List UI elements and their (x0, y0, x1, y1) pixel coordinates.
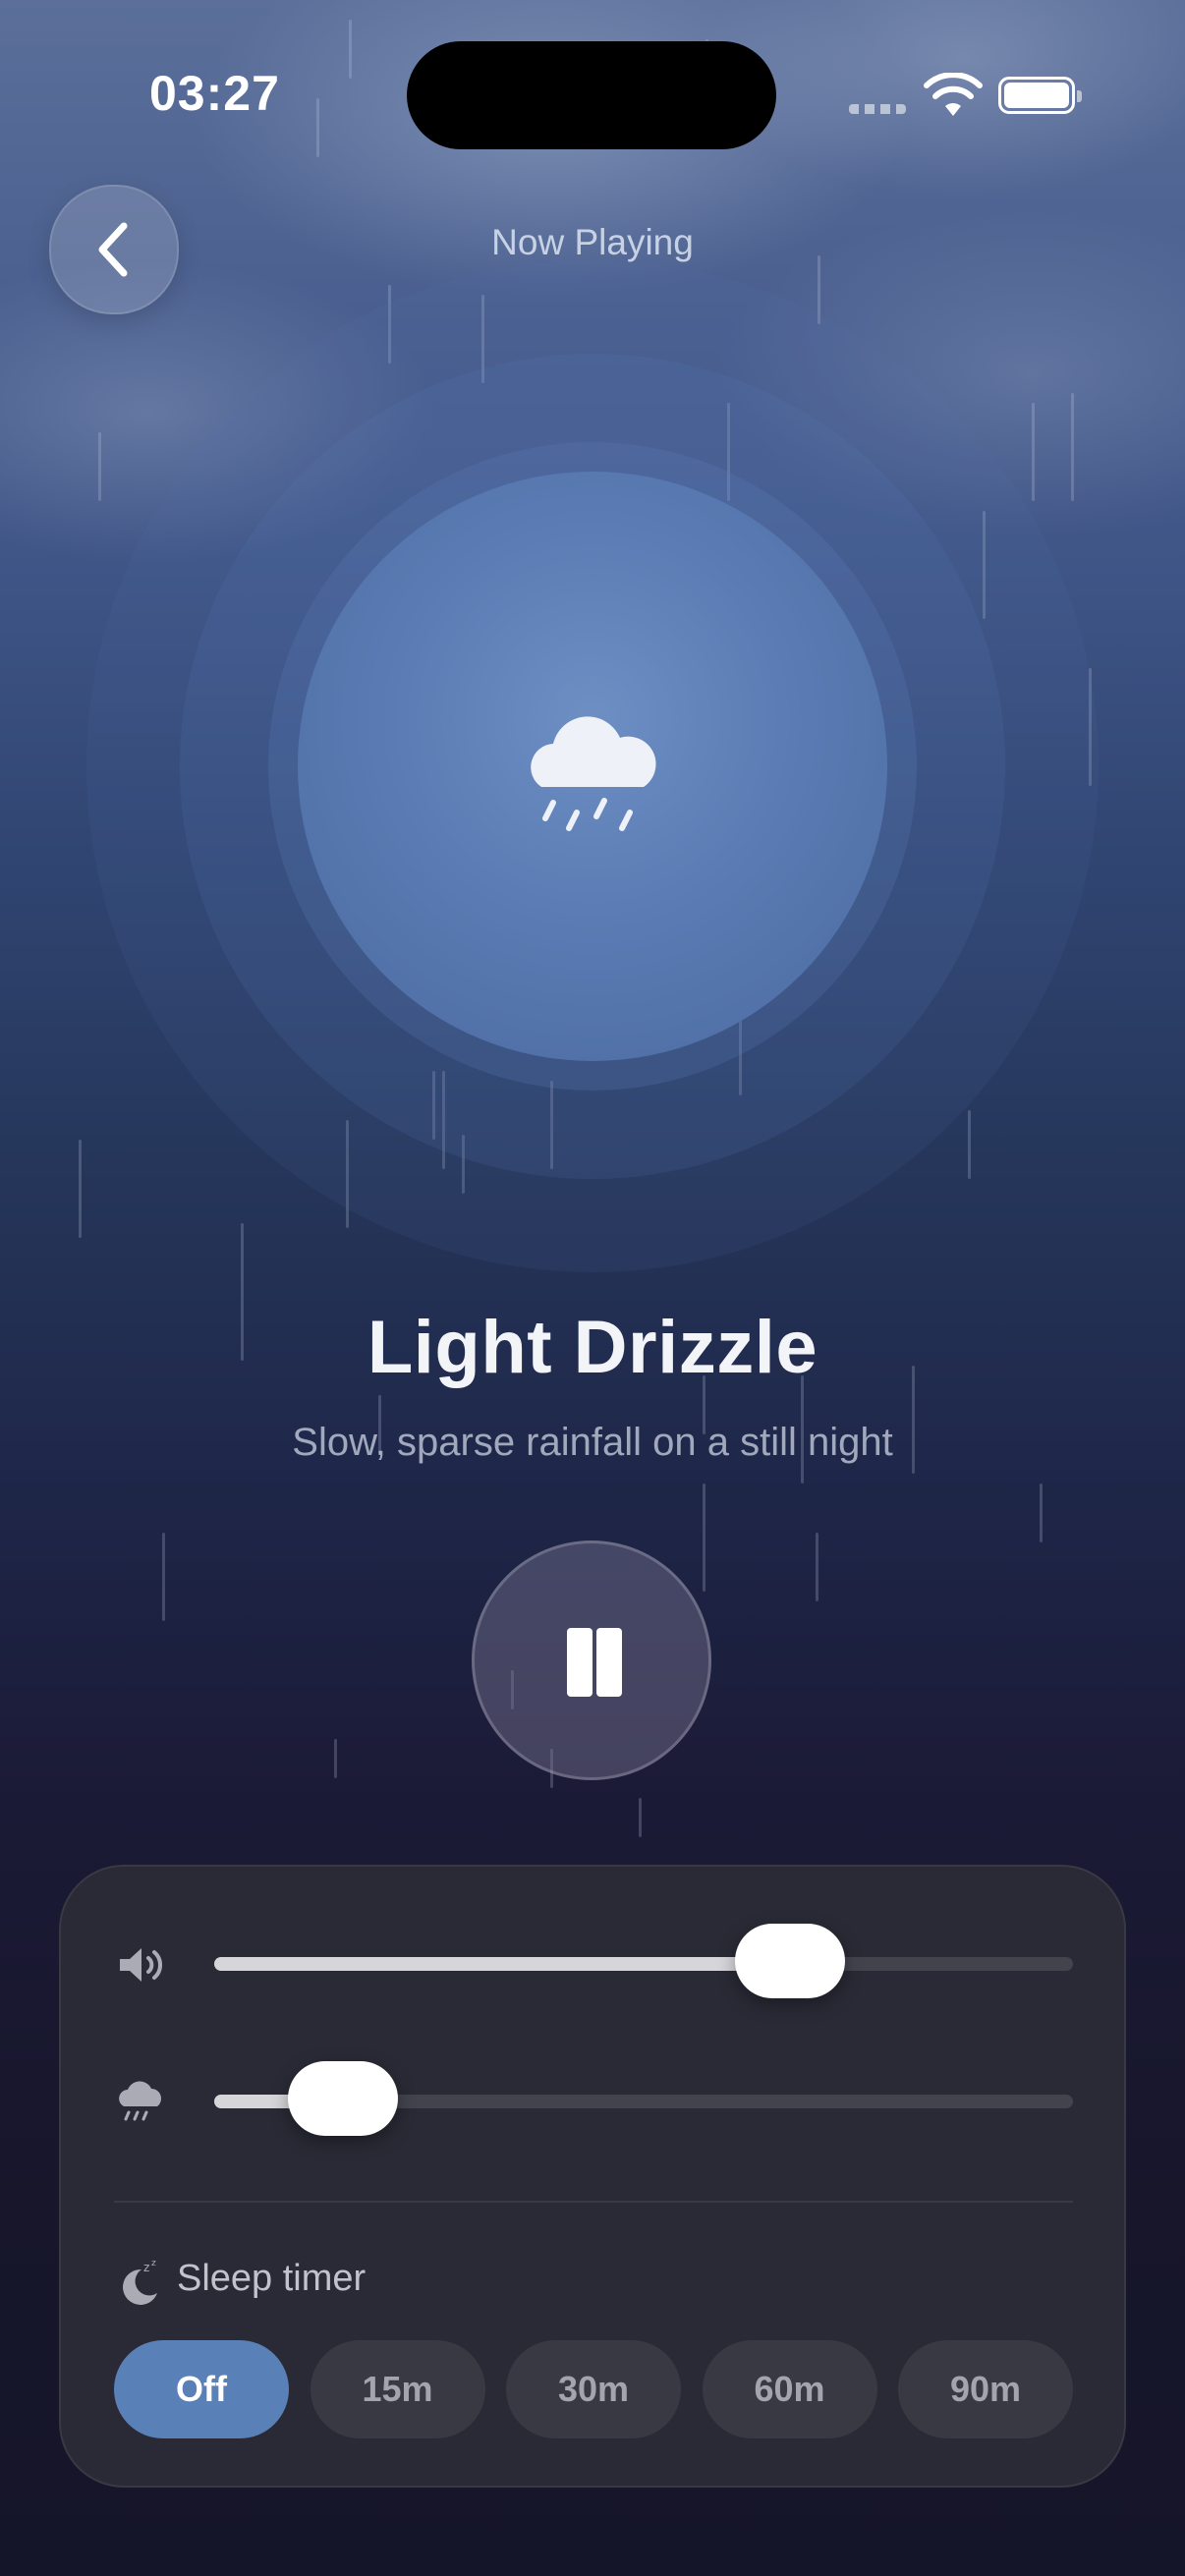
rain-streak (639, 1798, 642, 1837)
rain-streak (1040, 1484, 1043, 1542)
pause-icon-right (596, 1628, 622, 1697)
rain-streak (1071, 393, 1074, 501)
sleep-timer-option-30m[interactable]: 30m (506, 2340, 681, 2438)
battery-icon (998, 77, 1082, 114)
divider (114, 2201, 1073, 2203)
svg-text:z: z (151, 2259, 156, 2268)
svg-text:z: z (143, 2261, 149, 2274)
rain-streak (79, 1140, 82, 1238)
track-title: Light Drizzle (367, 1306, 818, 1389)
rain-intensity-slider[interactable] (214, 2061, 1073, 2136)
controls-panel: z z Sleep timer Off 15m 30m 60m 90m (59, 1865, 1126, 2488)
status-time: 03:27 (149, 66, 280, 121)
status-bar: 03:27 (0, 0, 1185, 167)
sleep-timer-options: Off 15m 30m 60m 90m (114, 2340, 1073, 2438)
rain-streak (1032, 403, 1035, 501)
pause-button[interactable] (472, 1540, 711, 1780)
moon-zzz-icon: z z (123, 2259, 157, 2305)
pause-icon-left (567, 1628, 592, 1697)
sleep-timer-option-90m[interactable]: 90m (898, 2340, 1073, 2438)
cellular-signal-icon (849, 104, 906, 114)
rain-streak (703, 1484, 705, 1592)
speaker-icon (120, 1948, 162, 1982)
rain-intensity-slider-thumb[interactable] (288, 2061, 399, 2136)
sleep-timer-option-60m[interactable]: 60m (702, 2340, 877, 2438)
rain-streak (162, 1533, 165, 1621)
cloud-rain-icon (531, 716, 656, 831)
volume-slider-fill (214, 1957, 790, 1971)
dynamic-island (407, 41, 776, 149)
rain-streak (334, 1739, 337, 1778)
wifi-icon (924, 73, 983, 116)
volume-slider[interactable] (214, 1924, 1073, 1998)
sleep-timer-option-off[interactable]: Off (114, 2340, 289, 2438)
rain-streak (968, 1110, 971, 1179)
cloud-rain-icon (119, 2081, 161, 2121)
sleep-timer-label: Sleep timer (177, 2258, 367, 2299)
track-subtitle: Slow, sparse rainfall on a still night (292, 1421, 893, 1464)
rain-streak (98, 432, 101, 501)
rain-streak (816, 1533, 818, 1601)
header-title: Now Playing (491, 222, 694, 262)
sleep-timer-option-15m[interactable]: 15m (310, 2340, 485, 2438)
volume-slider-thumb[interactable] (734, 1924, 845, 1998)
